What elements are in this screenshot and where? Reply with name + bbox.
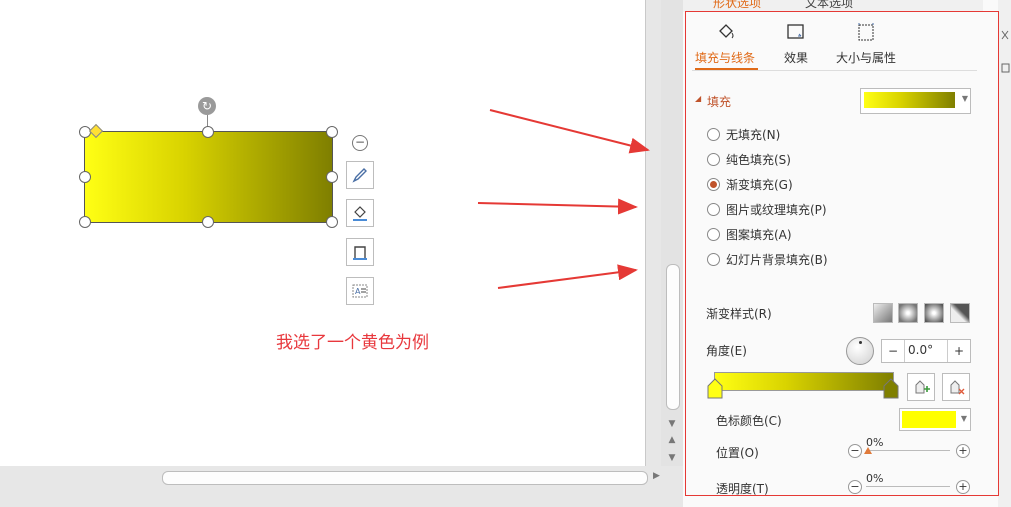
- scroll-right-icon[interactable]: ▶: [653, 471, 663, 483]
- transparency-slider[interactable]: [866, 486, 950, 487]
- gradient-style-radial[interactable]: [898, 303, 918, 323]
- remove-stop-button[interactable]: [942, 373, 970, 401]
- gradient-style-label: 渐变样式(R): [706, 307, 772, 321]
- stop-color-swatch: [902, 411, 956, 428]
- outline-icon: [353, 246, 367, 260]
- angle-decrement-button[interactable]: −: [882, 340, 905, 362]
- tab-divider: [692, 70, 977, 71]
- angle-increment-button[interactable]: +: [947, 340, 970, 362]
- effects-side-icon[interactable]: [1000, 28, 1011, 42]
- resize-handle[interactable]: [326, 126, 338, 138]
- radio-no-fill[interactable]: 无填充(N): [707, 125, 780, 143]
- angle-label: 角度(E): [706, 344, 747, 358]
- dial-marker: [859, 341, 862, 344]
- transparency-label: 透明度(T): [716, 482, 769, 496]
- position-slider[interactable]: [866, 450, 950, 451]
- gradient-stop-start[interactable]: [706, 378, 724, 400]
- scroll-page-down-icon[interactable]: ▼: [664, 452, 680, 464]
- svg-text:A: A: [355, 287, 361, 296]
- radio-pattern-fill[interactable]: 图案填充(A): [707, 225, 792, 243]
- transparency-value: 0%: [866, 472, 884, 485]
- resize-handle[interactable]: [202, 216, 214, 228]
- shape-outline-button[interactable]: [346, 238, 374, 266]
- tab-shape-options[interactable]: 形状选项: [713, 0, 761, 11]
- text-wrap-button[interactable]: A: [346, 277, 374, 305]
- radio-gradient-fill[interactable]: 渐变填充(G): [707, 175, 793, 193]
- add-stop-icon: [915, 380, 930, 394]
- gradient-stop-bar[interactable]: [714, 372, 894, 391]
- size-properties-icon: [858, 23, 874, 41]
- transparency-decrement-button[interactable]: −: [848, 480, 862, 494]
- add-stop-button[interactable]: [907, 373, 935, 401]
- position-label: 位置(O): [716, 446, 759, 460]
- tab-size-and-properties[interactable]: 大小与属性: [836, 22, 896, 66]
- stop-color-picker[interactable]: ▼: [899, 408, 971, 431]
- expand-triangle-icon[interactable]: ◢: [695, 94, 701, 103]
- gradient-stop-end[interactable]: [882, 378, 900, 400]
- resize-handle[interactable]: [202, 126, 214, 138]
- fill-bucket-icon: [353, 206, 367, 221]
- tab-effects[interactable]: 效果: [784, 22, 808, 66]
- transparency-increment-button[interactable]: +: [956, 480, 970, 494]
- rotate-handle-icon[interactable]: ↻: [198, 97, 216, 115]
- remove-stop-icon: [950, 380, 965, 395]
- vertical-scroll-thumb[interactable]: [666, 264, 680, 410]
- radio-solid-fill[interactable]: 纯色填充(S): [707, 150, 791, 168]
- fill-section-title[interactable]: 填充: [707, 93, 731, 110]
- resize-handle[interactable]: [79, 171, 91, 183]
- gradient-style-rectangular[interactable]: [924, 303, 944, 323]
- resize-handle[interactable]: [79, 216, 91, 228]
- selected-rectangle-shape[interactable]: [84, 131, 333, 223]
- position-value: 0%: [866, 436, 884, 449]
- collapse-toolbar-icon[interactable]: −: [352, 135, 368, 151]
- resize-handle[interactable]: [326, 216, 338, 228]
- chevron-down-icon: ▼: [960, 414, 967, 423]
- brush-icon: [352, 168, 367, 183]
- horizontal-scroll-thumb[interactable]: [162, 471, 648, 485]
- gradient-style-linear[interactable]: [873, 303, 893, 323]
- scroll-page-up-icon[interactable]: ▲: [664, 434, 680, 446]
- fill-preset-dropdown[interactable]: ▼: [860, 88, 971, 114]
- annotation-arrows: [477, 109, 650, 289]
- fill-bucket-icon: [719, 24, 734, 39]
- position-increment-button[interactable]: +: [956, 444, 970, 458]
- position-decrement-button[interactable]: −: [848, 444, 862, 458]
- chevron-down-icon: ▼: [961, 94, 968, 103]
- scroll-down-icon[interactable]: ▼: [664, 418, 680, 430]
- tab-fill-and-line[interactable]: 填充与线条: [695, 22, 755, 66]
- resize-handle[interactable]: [326, 171, 338, 183]
- angle-value[interactable]: 0.0°: [908, 343, 933, 357]
- task-pane-strip: [998, 0, 1011, 507]
- angle-dial[interactable]: [846, 337, 874, 365]
- stop-color-label: 色标颜色(C): [716, 414, 782, 428]
- radio-slide-background-fill[interactable]: 幻灯片背景填充(B): [707, 250, 828, 268]
- tab-text-options[interactable]: 文本选项: [805, 0, 853, 11]
- text-box-icon: A: [352, 284, 368, 298]
- example-note: 我选了一个黄色为例: [276, 333, 429, 353]
- gradient-style-path[interactable]: [950, 303, 970, 323]
- fill-preset-swatch: [864, 92, 955, 108]
- properties-side-icon[interactable]: [1000, 62, 1011, 76]
- radio-picture-fill[interactable]: 图片或纹理填充(P): [707, 200, 827, 218]
- shape-fill-button[interactable]: [346, 199, 374, 227]
- shape-style-button[interactable]: [346, 161, 374, 189]
- angle-stepper[interactable]: − 0.0° +: [881, 339, 971, 363]
- effects-icon: [787, 24, 804, 39]
